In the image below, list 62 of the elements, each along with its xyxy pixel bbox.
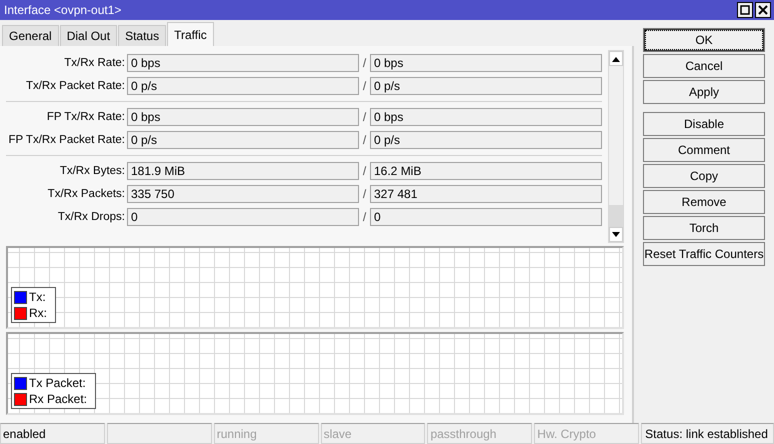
- action-button[interactable]: Remove: [643, 190, 765, 214]
- action-button[interactable]: Copy: [643, 164, 765, 188]
- action-button[interactable]: Reset Traffic Counters: [643, 242, 765, 266]
- rx-field[interactable]: 0 p/s: [370, 131, 602, 149]
- tx-field[interactable]: 0 bps: [127, 108, 359, 126]
- tab[interactable]: General: [2, 25, 59, 46]
- action-button[interactable]: Apply: [643, 80, 765, 104]
- window-title: Interface <ovpn-out1>: [4, 3, 122, 17]
- rx-field[interactable]: 327 481: [370, 185, 602, 203]
- field-label: Tx/Rx Packets:: [46, 188, 126, 200]
- scroll-thumb[interactable]: [609, 205, 623, 227]
- tx-field[interactable]: 0 bps: [127, 54, 359, 72]
- status-cell: Hw. Crypto: [534, 423, 640, 444]
- rx-field[interactable]: 0 bps: [370, 54, 602, 72]
- scrollbar[interactable]: [608, 50, 624, 243]
- tx-field[interactable]: 181.9 MiB: [127, 162, 359, 180]
- legend-label: Rx:: [29, 306, 47, 320]
- down-arrow-icon: [612, 232, 620, 238]
- status-cell: slave: [320, 423, 426, 444]
- field-label: FP Tx/Rx Packet Rate:: [7, 134, 126, 146]
- scroll-up-button[interactable]: [609, 51, 623, 66]
- close-button[interactable]: [755, 2, 771, 18]
- field-label: Tx/Rx Drops:: [56, 211, 126, 223]
- legend-label: Tx:: [29, 290, 46, 304]
- status-cell: running: [214, 423, 319, 444]
- slash-separator: /: [362, 79, 368, 93]
- field-label: FP Tx/Rx Rate:: [46, 111, 126, 123]
- maximize-button[interactable]: [737, 2, 753, 18]
- slash-separator: /: [362, 110, 368, 124]
- tab[interactable]: Status: [118, 25, 166, 46]
- close-icon: [758, 5, 768, 15]
- slash-separator: /: [362, 187, 368, 201]
- legend-label: Rx Packet:: [29, 392, 88, 406]
- rx-field[interactable]: 0: [370, 208, 602, 226]
- rx-field[interactable]: 0 p/s: [370, 77, 602, 95]
- tx-field[interactable]: 0: [127, 208, 359, 226]
- scroll-down-button[interactable]: [609, 227, 623, 242]
- slash-separator: /: [362, 164, 368, 178]
- up-arrow-icon: [612, 56, 620, 62]
- rx-field[interactable]: 0 bps: [370, 108, 602, 126]
- action-button[interactable]: Disable: [643, 112, 765, 136]
- slash-separator: /: [362, 210, 368, 224]
- tab[interactable]: Traffic: [167, 22, 214, 46]
- action-button[interactable]: Torch: [643, 216, 765, 240]
- action-button[interactable]: OK: [643, 28, 765, 52]
- slash-separator: /: [362, 56, 368, 70]
- tx-field[interactable]: 0 p/s: [127, 77, 359, 95]
- action-button[interactable]: Cancel: [643, 54, 765, 78]
- rx-field[interactable]: 16.2 MiB: [370, 162, 602, 180]
- legend-label: Tx Packet:: [29, 376, 86, 390]
- tx-field[interactable]: 335 750: [127, 185, 359, 203]
- status-cell: passthrough: [427, 423, 532, 444]
- tx-field[interactable]: 0 p/s: [127, 131, 359, 149]
- maximize-icon: [740, 5, 750, 15]
- field-label: Tx/Rx Bytes:: [58, 165, 126, 177]
- field-label: Tx/Rx Rate:: [63, 57, 126, 69]
- status-cell: enabled: [0, 423, 105, 444]
- action-button[interactable]: Comment: [643, 138, 765, 162]
- slash-separator: /: [362, 133, 368, 147]
- status-text: Status: link established: [641, 423, 774, 444]
- tab[interactable]: Dial Out: [60, 25, 118, 46]
- field-label: Tx/Rx Packet Rate:: [24, 80, 126, 92]
